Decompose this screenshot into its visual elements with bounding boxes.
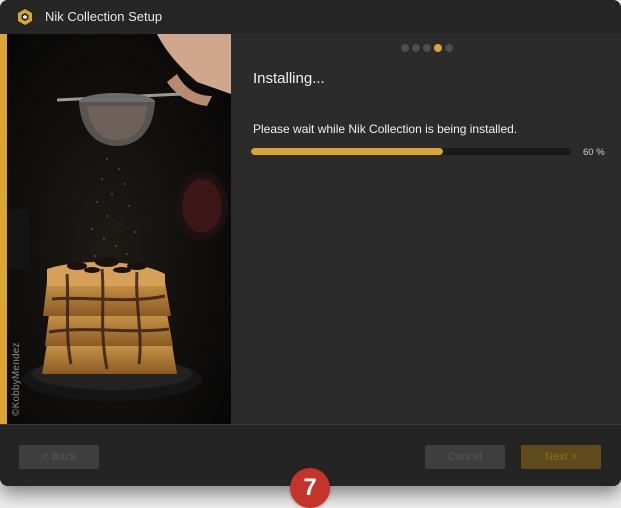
- left-image-panel: ©KobbyMendez: [0, 34, 231, 424]
- progress-bar-fill: [251, 148, 443, 155]
- install-message: Please wait while Nik Collection is bein…: [253, 122, 518, 136]
- step-indicator: [401, 44, 453, 52]
- next-button[interactable]: Next >: [521, 445, 601, 469]
- waffle-photo: [7, 34, 231, 424]
- step-number-badge: 7: [290, 468, 330, 508]
- window-title: Nik Collection Setup: [45, 9, 163, 24]
- back-button[interactable]: < Back: [19, 445, 99, 469]
- step-dot: [401, 44, 409, 52]
- step-dot: [412, 44, 420, 52]
- progress-percent: 60 %: [583, 147, 605, 158]
- content-panel: Installing... Please wait while Nik Coll…: [231, 34, 621, 424]
- title-bar: Nik Collection Setup: [0, 0, 621, 34]
- setup-window: Nik Collection Setup ©KobbyMendez Instal…: [0, 0, 621, 486]
- progress-bar: [251, 148, 571, 155]
- step-dot: [423, 44, 431, 52]
- nik-collection-logo-icon: [16, 8, 34, 26]
- page-heading: Installing...: [253, 70, 325, 87]
- step-dot-active: [434, 44, 442, 52]
- photo-credit: ©KobbyMendez: [4, 34, 26, 424]
- photo-credit-text: ©KobbyMendez: [11, 342, 22, 416]
- step-dot: [445, 44, 453, 52]
- cancel-button[interactable]: Cancel: [425, 445, 505, 469]
